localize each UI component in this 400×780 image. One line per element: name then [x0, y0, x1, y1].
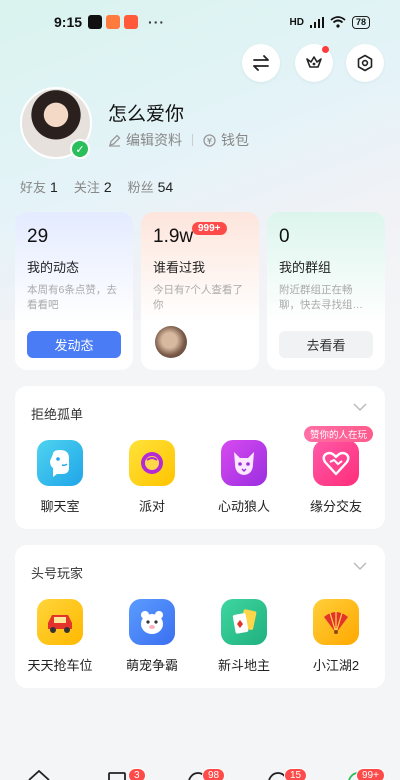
item-car-parking[interactable]: 天天抢车位 [20, 599, 100, 674]
switch-account-button[interactable] [242, 44, 280, 82]
stat-value: 2 [103, 179, 112, 195]
viewer-count-badge: 999+ [192, 222, 227, 235]
fan-icon [313, 599, 359, 645]
item-poker[interactable]: 新斗地主 [204, 599, 284, 674]
card-my-posts[interactable]: 29 我的动态 本周有6条点赞，去看看吧 发动态 [15, 212, 133, 370]
username[interactable]: 怎么爱你 [108, 99, 184, 126]
hot-tag: 赞你的人在玩 [304, 426, 374, 442]
card-desc: 附近群组正在畅聊，快去寻找组… [279, 284, 363, 311]
card-my-groups[interactable]: 0 我的群组 附近群组正在畅聊，快去寻找组… 去看看 [267, 212, 385, 370]
tab-badge-chat: 98 [202, 768, 226, 780]
more-notifications-icon: ··· [148, 14, 166, 30]
pet-battle-icon [129, 599, 175, 645]
stat-label: 粉丝 [127, 180, 154, 195]
card-count: 29 [27, 226, 49, 247]
item-label: 小江湖2 [312, 658, 360, 673]
verified-badge-icon: ✓ [70, 139, 90, 159]
car-parking-icon [37, 599, 83, 645]
item-chat-room[interactable]: 聊天室 [20, 440, 100, 515]
card-who-viewed[interactable]: 1.9w 999+ 谁看过我 今日有7个人查看了你 [141, 212, 259, 370]
tab-badge-messages: 3 [128, 768, 146, 780]
wallet-link[interactable]: 钱包 [203, 130, 249, 150]
status-bar: 9:15 ··· HD 78 [0, 0, 400, 44]
item-werewolf[interactable]: 心动狼人 [204, 440, 284, 515]
card-desc: 本周有6条点赞，去看看吧 [27, 284, 117, 311]
card-count: 0 [279, 226, 290, 247]
card-title: 我的群组 [279, 260, 332, 275]
pencil-icon [109, 134, 121, 147]
chevron-down-icon[interactable] [353, 403, 367, 412]
crown-icon [306, 56, 322, 68]
status-time: 9:15 [54, 14, 83, 30]
wifi-icon [330, 16, 346, 28]
section-title: 头号玩家 [31, 566, 84, 581]
item-label: 派对 [138, 499, 165, 514]
wallet-coin-icon [203, 133, 216, 147]
chevron-down-icon[interactable] [353, 562, 367, 571]
stat-label: 关注 [73, 180, 100, 195]
shopping-icon [124, 15, 139, 29]
item-label: 新斗地主 [217, 658, 270, 673]
item-xiao-jianghu[interactable]: 小江湖2 [296, 599, 376, 674]
games-section: 头号玩家 天天抢车位 萌宠争霸 新斗地主 小江湖2 [15, 545, 385, 688]
divider [192, 134, 193, 146]
poker-icon [221, 599, 267, 645]
go-see-button[interactable]: 去看看 [279, 331, 373, 358]
app-notification-icon [106, 15, 121, 29]
settings-hexagon-icon [357, 54, 373, 72]
stat-label: 好友 [20, 180, 47, 195]
post-button[interactable]: 发动态 [27, 331, 121, 358]
item-label: 萌宠争霸 [125, 658, 178, 673]
chat-room-icon [37, 440, 83, 486]
social-section: 拒绝孤单 聊天室 派对 心动狼人 赞你的人在玩 缘分交友 [15, 386, 385, 529]
notification-dot [322, 46, 329, 53]
item-heart-match[interactable]: 赞你的人在玩 缘分交友 [296, 426, 376, 515]
signal-icon [309, 16, 324, 28]
edit-profile-label: 编辑资料 [126, 132, 182, 148]
wallet-label: 钱包 [221, 132, 249, 148]
messages-icon[interactable] [108, 772, 126, 780]
profile-stats: 好友 1 关注 2 粉丝 54 [20, 177, 173, 196]
item-label: 心动狼人 [217, 499, 270, 514]
stat-value: 1 [50, 179, 58, 195]
bottom-tabbar [0, 762, 400, 780]
battery-indicator: 78 [351, 15, 370, 29]
tiktok-icon [88, 15, 103, 29]
item-label: 聊天室 [40, 499, 80, 514]
swap-icon [253, 55, 269, 71]
tab-badge-profile: 99+ [356, 768, 385, 780]
card-desc: 今日有7个人查看了你 [153, 284, 243, 311]
stat-value: 54 [157, 179, 174, 195]
stat-following[interactable]: 关注 2 [74, 177, 112, 196]
tab-badge-discover: 15 [284, 768, 308, 780]
card-title: 谁看过我 [153, 260, 206, 275]
stat-friends[interactable]: 好友 1 [20, 177, 58, 196]
item-label: 天天抢车位 [27, 658, 93, 673]
vip-button[interactable] [295, 44, 333, 82]
werewolf-icon [221, 440, 267, 486]
settings-button[interactable] [346, 44, 384, 82]
section-title: 拒绝孤单 [31, 407, 84, 422]
heart-match-icon [313, 440, 359, 486]
item-party[interactable]: 派对 [112, 440, 192, 515]
edit-profile-link[interactable]: 编辑资料 [108, 130, 182, 150]
stat-fans[interactable]: 粉丝 54 [128, 177, 174, 196]
party-icon [129, 440, 175, 486]
home-icon[interactable] [28, 770, 50, 780]
viewer-avatar[interactable] [155, 326, 187, 358]
card-title: 我的动态 [27, 260, 80, 275]
item-label: 缘分交友 [309, 499, 362, 514]
network-type: HD [289, 16, 304, 28]
item-pet-battle[interactable]: 萌宠争霸 [112, 599, 192, 674]
